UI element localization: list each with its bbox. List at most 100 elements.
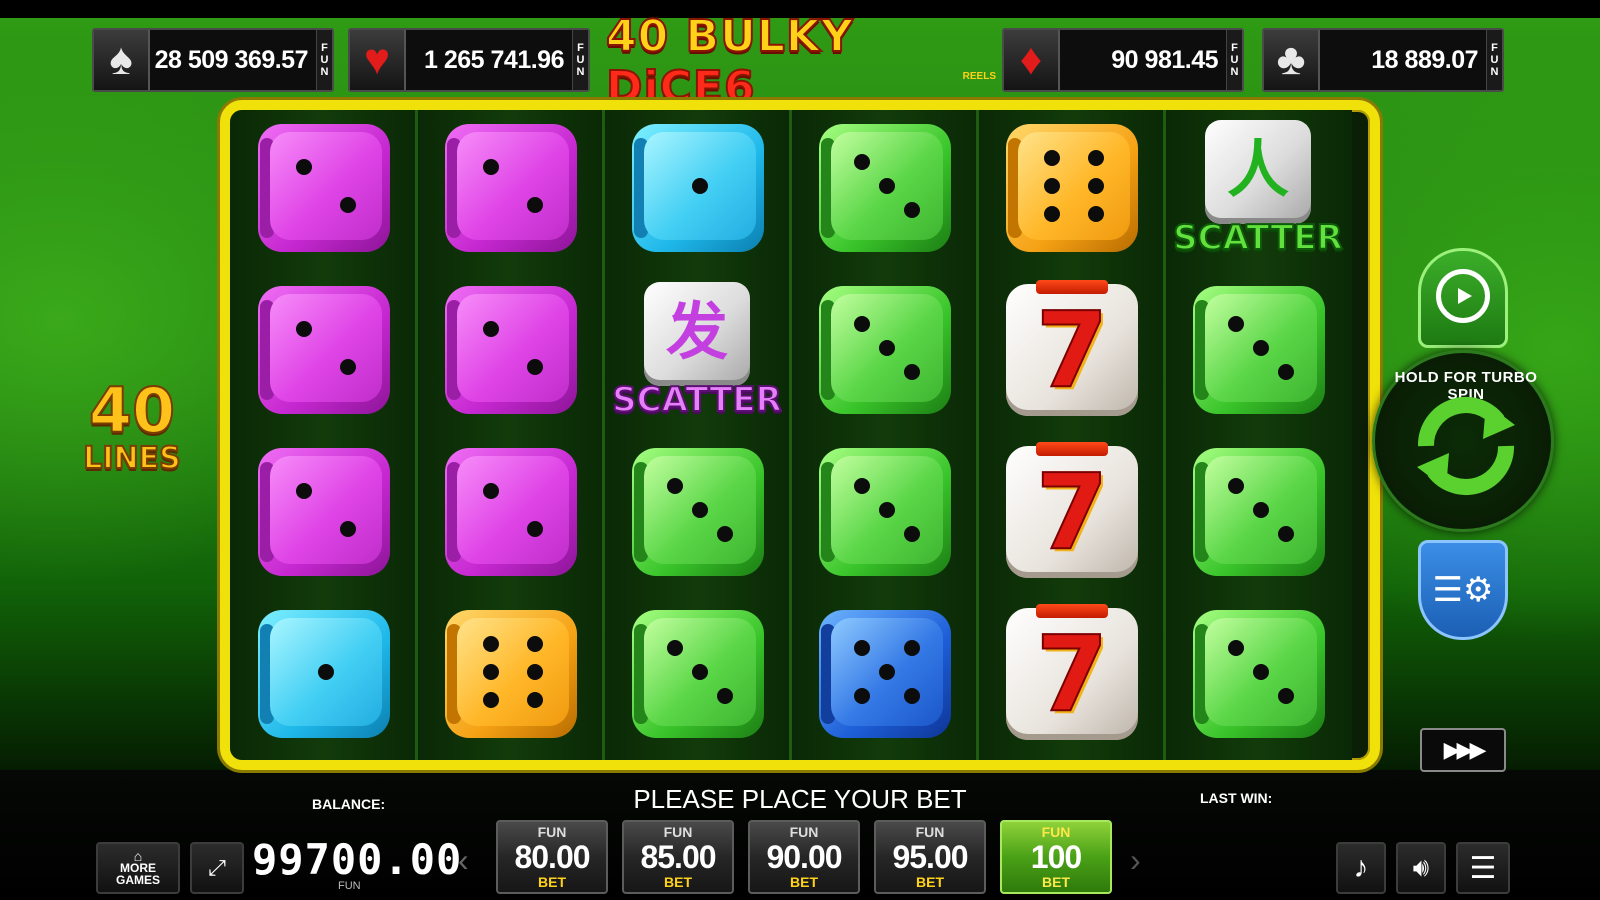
die-pip	[854, 316, 871, 333]
more-games-button[interactable]: ⌂ MORE GAMES	[96, 842, 180, 894]
die-pip	[527, 359, 544, 376]
die-pip	[903, 687, 920, 704]
menu-button[interactable]: ☰	[1456, 842, 1510, 894]
die-face	[644, 456, 756, 564]
fast-play-button[interactable]: ▶▶▶	[1420, 728, 1506, 772]
seven-symbol: 7	[1006, 442, 1138, 578]
jackpot-currency: FUN	[1226, 30, 1242, 90]
lines-badge: 40 LINES	[76, 374, 188, 477]
autoplay-button[interactable]	[1418, 248, 1508, 348]
die-face	[457, 294, 569, 402]
die-face	[1018, 132, 1130, 240]
magenta-die-2	[258, 124, 390, 252]
die-pip	[482, 635, 499, 652]
bet-option-80[interactable]: FUN 80.00 BET	[496, 820, 608, 894]
die-pip	[692, 664, 708, 680]
balance-value: 99700.00	[252, 835, 463, 884]
bet-option-85[interactable]: FUN 85.00 BET	[622, 820, 734, 894]
bet-settings-button[interactable]: ☰⚙	[1418, 540, 1508, 640]
blue-die-5	[819, 610, 951, 738]
die-pip	[1228, 478, 1245, 495]
reel-separator	[1163, 110, 1166, 760]
bet-option-100-selected[interactable]: FUN 100 BET	[1000, 820, 1112, 894]
logo-text-main: 40 BULKY	[605, 10, 854, 63]
jackpot-spade: ♠ 28 509 369.57 FUN	[92, 28, 334, 92]
die-pip	[716, 687, 733, 704]
reel-separator	[415, 110, 418, 760]
die-pip	[854, 687, 871, 704]
die-pip	[1253, 502, 1269, 518]
reels-area: 发 SCATTER 7 7 7 人 SCATTER	[220, 100, 1380, 770]
sound-toggle-button[interactable]: 🔊︎	[1396, 842, 1446, 894]
die-pip	[295, 320, 312, 337]
bet-label: BET	[1042, 874, 1070, 890]
green-die-3	[1193, 448, 1325, 576]
die-pip	[854, 154, 871, 171]
bet-label: BET	[664, 874, 692, 890]
die-pip	[1277, 363, 1294, 380]
die-pip	[1277, 525, 1294, 542]
bet-value: 90.00	[766, 839, 842, 875]
seven-symbol: 7	[1006, 604, 1138, 740]
reel-separator	[602, 110, 605, 760]
bet-value: 100	[1030, 839, 1082, 875]
die-pip	[482, 482, 499, 499]
bet-currency: FUN	[1041, 824, 1071, 840]
scatter-symbol: 发 SCATTER	[611, 282, 783, 432]
bet-scroll-left-icon[interactable]: ‹	[458, 842, 469, 879]
bet-value: 95.00	[892, 839, 968, 875]
die-pip	[482, 692, 499, 709]
die-pip	[1228, 316, 1245, 333]
scatter-glyph: 发	[665, 295, 728, 368]
bet-currency: FUN	[663, 824, 693, 840]
die-pip	[903, 201, 920, 218]
die-pip	[692, 178, 708, 194]
logo-reels-label: REELS	[962, 71, 996, 82]
last-win-label: LAST WIN:	[1200, 790, 1273, 806]
jackpot-club: ♣ 18 889.07 FUN	[1262, 28, 1504, 92]
green-die-3	[819, 448, 951, 576]
die-face	[270, 294, 382, 402]
die-face	[457, 132, 569, 240]
die-pip	[879, 178, 895, 194]
spin-button[interactable]: HOLD FOR TURBO SPIN	[1372, 350, 1554, 532]
magenta-die-2	[445, 124, 577, 252]
autoplay-icon	[1436, 269, 1490, 323]
die-pip	[903, 525, 920, 542]
diamond-icon: ♦	[1004, 30, 1060, 90]
lines-label: LINES	[82, 441, 182, 477]
fullscreen-icon: ⤢	[208, 855, 226, 880]
scatter-label: SCATTER	[611, 379, 783, 421]
die-face	[270, 618, 382, 726]
magenta-die-2	[445, 448, 577, 576]
die-pip	[716, 525, 733, 542]
status-message: PLEASE PLACE YOUR BET	[633, 784, 967, 814]
seven-numeral: 7	[1035, 289, 1109, 411]
game-logo: 40 BULKY DiCE6 REELS	[605, 10, 996, 114]
die-face	[1205, 456, 1317, 564]
more-games-label-2: GAMES	[115, 873, 160, 887]
magenta-die-2	[258, 286, 390, 414]
bet-option-95[interactable]: FUN 95.00 BET	[874, 820, 986, 894]
bet-label: BET	[790, 874, 818, 890]
fullscreen-button[interactable]: ⤢	[190, 842, 244, 894]
reel-separator	[789, 110, 792, 760]
hamburger-menu-icon: ☰	[1469, 851, 1497, 885]
bet-scroll-right-icon[interactable]: ›	[1130, 842, 1141, 879]
jackpot-value: 28 509 369.57	[154, 45, 309, 74]
lines-count: 40	[88, 374, 176, 447]
seven-numeral: 7	[1035, 451, 1109, 573]
die-face	[831, 456, 943, 564]
die-face	[1205, 618, 1317, 726]
music-toggle-button[interactable]: ♪	[1336, 842, 1386, 894]
die-face	[270, 132, 382, 240]
die-pip	[295, 158, 312, 175]
bet-option-90[interactable]: FUN 90.00 BET	[748, 820, 860, 894]
scatter-symbol: 人 SCATTER	[1172, 120, 1344, 270]
bet-currency: FUN	[789, 824, 819, 840]
die-pip	[482, 320, 499, 337]
die-pip	[1277, 687, 1294, 704]
magenta-die-2	[445, 286, 577, 414]
die-pip	[879, 340, 895, 356]
spin-arrows-icon	[1417, 397, 1515, 495]
